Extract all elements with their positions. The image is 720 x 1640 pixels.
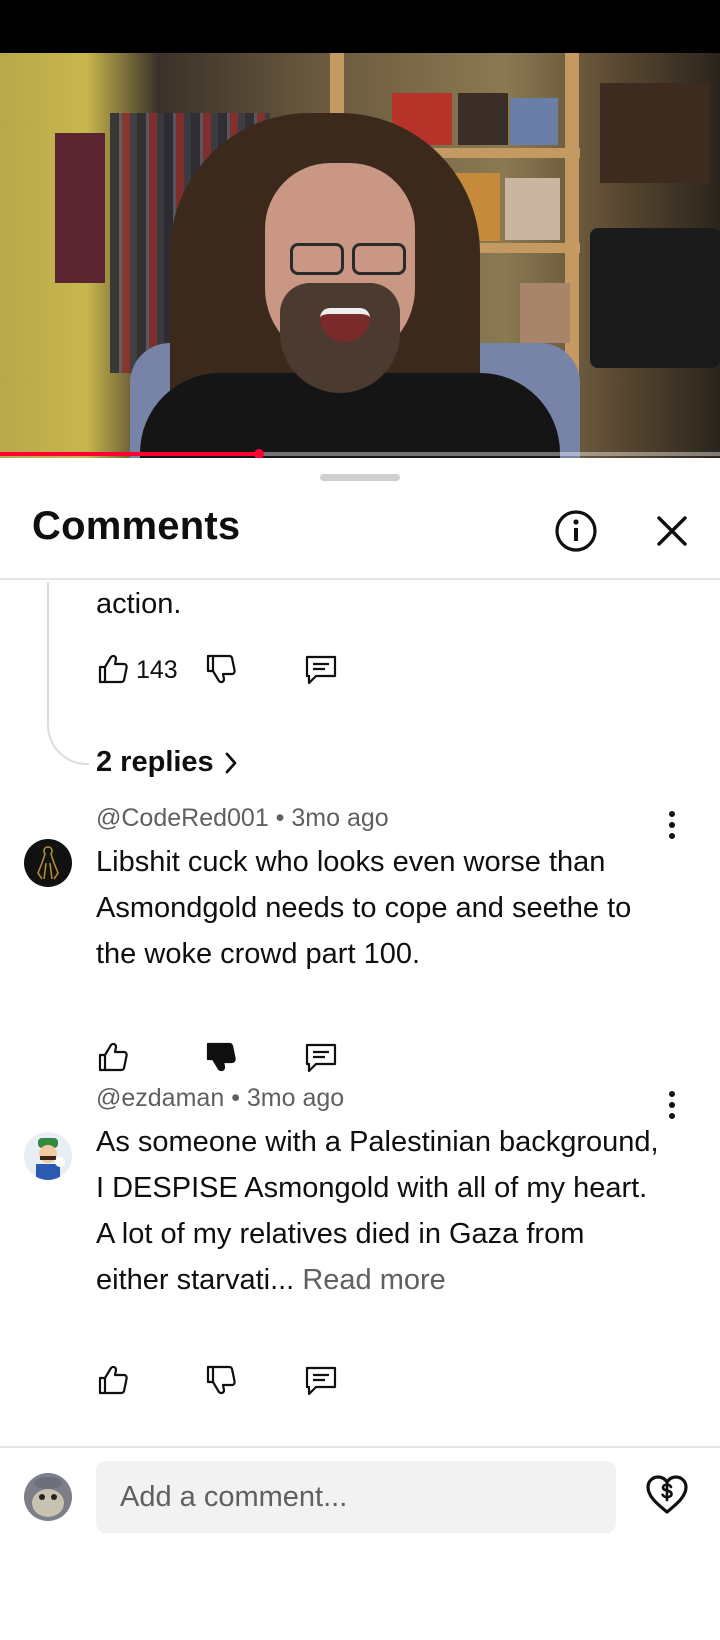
avatar[interactable] <box>24 1132 72 1180</box>
status-bar <box>0 0 720 53</box>
chevron-right-icon <box>225 752 237 773</box>
book-cover <box>510 98 558 145</box>
book-cover <box>520 283 570 343</box>
like-icon[interactable] <box>96 1363 130 1397</box>
comment-author[interactable]: @CodeRed001 <box>96 804 269 832</box>
crt-tv <box>590 228 720 368</box>
more-options-icon[interactable] <box>660 1087 684 1123</box>
dislike-icon-filled[interactable] <box>204 1040 238 1074</box>
like-count: 143 <box>136 656 178 684</box>
view-replies-button[interactable]: 2 replies <box>96 746 240 779</box>
thread-connector <box>47 582 89 765</box>
replies-label: 2 replies <box>96 746 214 778</box>
reply-icon[interactable] <box>304 1363 338 1397</box>
my-avatar <box>24 1473 72 1521</box>
comment-age: 3mo ago <box>291 804 389 832</box>
like-icon[interactable] <box>96 1040 130 1074</box>
comment-text: Libshit cuck who looks even worse than A… <box>96 846 632 970</box>
dislike-icon[interactable] <box>204 652 238 686</box>
comment-actions <box>96 1040 396 1080</box>
poster <box>600 83 710 183</box>
poster <box>55 133 105 283</box>
reply-icon[interactable] <box>304 1040 338 1074</box>
video-player[interactable] <box>0 53 720 458</box>
comment-text: As someone with a Palestinian background… <box>96 1119 661 1303</box>
drag-handle[interactable] <box>320 474 400 481</box>
info-icon[interactable] <box>551 506 601 556</box>
video-progress-bar[interactable] <box>0 449 720 459</box>
progress-fill <box>0 452 260 456</box>
comment-age: 3mo ago <box>246 1084 345 1112</box>
glasses <box>290 243 410 275</box>
book-cover <box>505 178 560 240</box>
comment-meta: @CodeRed001 • 3mo ago <box>96 804 389 832</box>
reply-icon[interactable] <box>304 652 338 686</box>
super-thanks-icon[interactable] <box>644 1472 690 1518</box>
like-icon[interactable] <box>96 652 130 686</box>
comment-actions: 143 <box>96 652 396 692</box>
read-more-link[interactable]: Read more <box>302 1264 445 1296</box>
book-cover <box>458 93 508 145</box>
more-options-icon[interactable] <box>660 807 684 843</box>
close-icon[interactable] <box>647 506 697 556</box>
dislike-icon[interactable] <box>204 1363 238 1397</box>
comment-actions <box>96 1363 396 1403</box>
comment-text: action. <box>96 588 182 620</box>
comment-author[interactable]: @ezdaman <box>96 1084 224 1112</box>
comment-meta: @ezdaman • 3mo ago <box>96 1084 345 1112</box>
avatar[interactable] <box>24 839 72 887</box>
header-divider <box>0 578 720 580</box>
composer-divider <box>0 1446 720 1448</box>
sheet-title: Comments <box>32 504 241 548</box>
add-comment-input[interactable] <box>96 1461 616 1533</box>
